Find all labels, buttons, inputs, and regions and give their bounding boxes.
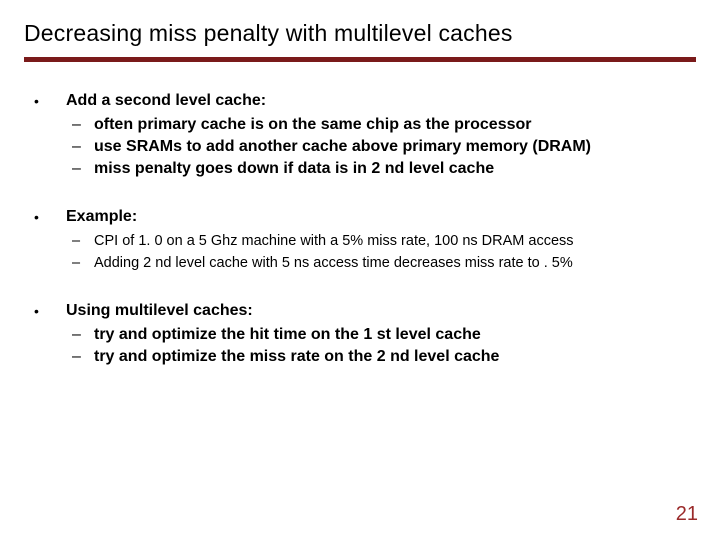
list-item: – use SRAMs to add another cache above p… — [66, 136, 696, 158]
dash-icon: – — [66, 346, 94, 368]
dash-icon: – — [66, 324, 94, 346]
dash-icon: – — [66, 230, 94, 252]
dash-icon: – — [66, 114, 94, 136]
bullet-1-sub-2: use SRAMs to add another cache above pri… — [94, 136, 696, 158]
bullet-3-lead: Using multilevel caches: — [66, 300, 696, 322]
bullet-1-sub-3: miss penalty goes down if data is in 2 n… — [94, 158, 696, 180]
bullet-2-sub-2: Adding 2 nd level cache with 5 ns access… — [94, 252, 696, 274]
bullet-1-lead: Add a second level cache: — [66, 90, 696, 112]
list-item: – try and optimize the hit time on the 1… — [66, 324, 696, 346]
bullet-3-sub-2: try and optimize the miss rate on the 2 … — [94, 346, 696, 368]
slide-title: Decreasing miss penalty with multilevel … — [24, 20, 696, 47]
bullet-dot-icon: • — [32, 206, 66, 274]
dash-icon: – — [66, 252, 94, 274]
list-item: – often primary cache is on the same chi… — [66, 114, 696, 136]
list-item: – miss penalty goes down if data is in 2… — [66, 158, 696, 180]
bullet-dot-icon: • — [32, 300, 66, 368]
bullet-3: • Using multilevel caches: – try and opt… — [32, 300, 696, 368]
list-item: – Adding 2 nd level cache with 5 ns acce… — [66, 252, 696, 274]
bullet-dot-icon: • — [32, 90, 66, 180]
page-number: 21 — [676, 503, 698, 526]
list-item: – try and optimize the miss rate on the … — [66, 346, 696, 368]
content-area: • Add a second level cache: – often prim… — [24, 90, 696, 368]
bullet-3-sub-1: try and optimize the hit time on the 1 s… — [94, 324, 696, 346]
list-item: – CPI of 1. 0 on a 5 Ghz machine with a … — [66, 230, 696, 252]
bullet-1: • Add a second level cache: – often prim… — [32, 90, 696, 180]
bullet-2-lead: Example: — [66, 206, 696, 228]
title-underline — [24, 57, 696, 62]
bullet-2-sub-1: CPI of 1. 0 on a 5 Ghz machine with a 5%… — [94, 230, 696, 252]
bullet-2: • Example: – CPI of 1. 0 on a 5 Ghz mach… — [32, 206, 696, 274]
dash-icon: – — [66, 158, 94, 180]
bullet-1-sub-1: often primary cache is on the same chip … — [94, 114, 696, 136]
dash-icon: – — [66, 136, 94, 158]
